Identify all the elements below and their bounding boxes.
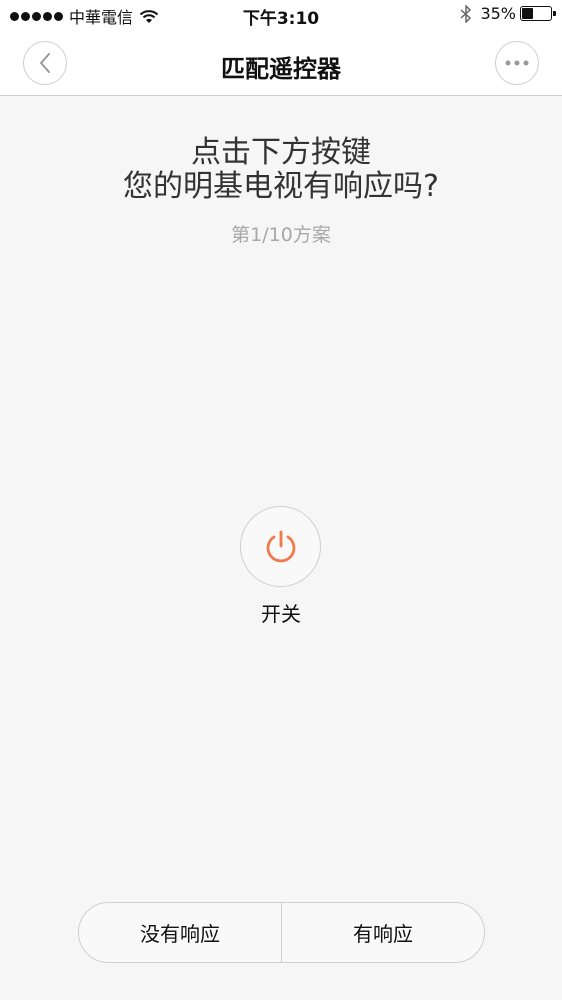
instruction-line-2: 您的明基电视有响应吗? <box>123 169 439 204</box>
more-button[interactable] <box>495 41 539 85</box>
instruction-text: 点击下方按键 您的明基电视有响应吗? <box>0 136 562 204</box>
power-icon <box>266 530 295 562</box>
instruction-line-1: 点击下方按键 <box>191 135 371 170</box>
no-response-button[interactable]: 没有响应 <box>79 903 281 962</box>
status-bar: 中華電信 下午3:10 35% <box>0 0 562 30</box>
answer-buttons: 没有响应 有响应 <box>78 902 485 963</box>
more-dots-icon <box>505 60 529 66</box>
nav-bar: 匹配遥控器 <box>0 30 562 96</box>
has-response-button[interactable]: 有响应 <box>282 903 484 962</box>
battery-percent: 35% <box>480 4 516 23</box>
battery-icon <box>520 6 556 21</box>
status-right: 35% <box>460 4 556 23</box>
bluetooth-icon <box>460 4 472 23</box>
page-title: 匹配遥控器 <box>221 55 341 83</box>
scheme-counter: 第1/10方案 <box>231 224 331 246</box>
power-test-button[interactable] <box>240 506 321 587</box>
power-label: 开关 <box>261 602 301 626</box>
